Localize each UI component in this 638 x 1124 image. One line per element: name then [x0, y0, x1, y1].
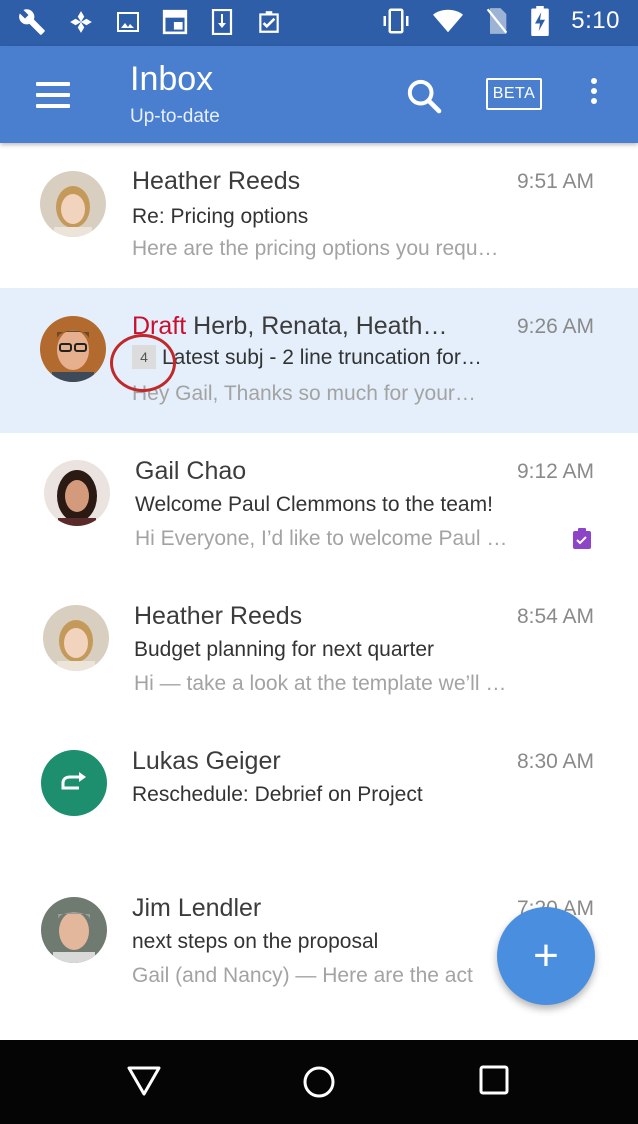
- message-time: 9:51 AM: [516, 170, 594, 193]
- message-sender: Gail Chao: [135, 457, 247, 485]
- message-row[interactable]: Gail Chao 9:12 AM Welcome Paul Clemmons …: [0, 433, 638, 578]
- menu-button[interactable]: [36, 82, 70, 108]
- compose-plus-icon: +: [533, 931, 559, 980]
- window-icon: [162, 9, 188, 35]
- message-subject: Budget planning for next quarter: [134, 638, 435, 661]
- reschedule-icon: [61, 772, 86, 790]
- message-preview: Gail (and Nancy) — Here are the act: [132, 964, 473, 987]
- message-sender: Lukas Geiger: [132, 747, 281, 775]
- home-button[interactable]: [301, 1064, 337, 1105]
- message-preview: Hi Everyone, I’d like to welcome Paul …: [135, 527, 508, 550]
- message-row[interactable]: Heather Reeds 9:51 AM Re: Pricing option…: [0, 143, 638, 288]
- more-options-button[interactable]: [580, 78, 608, 112]
- more-vert-icon: [580, 78, 608, 104]
- message-subject: Latest subj - 2 line truncation for…: [162, 346, 482, 369]
- pinwheel-icon: [70, 11, 92, 33]
- recents-icon: [479, 1065, 509, 1095]
- message-row[interactable]: Lukas Geiger 8:30 AM Reschedule: Debrief…: [0, 723, 638, 868]
- message-time: 9:26 AM: [516, 315, 594, 338]
- message-time: 8:30 AM: [516, 750, 594, 773]
- message-sender-names: Herb, Renata, Heath…: [193, 312, 448, 340]
- message-row-selected[interactable]: Draft Herb, Renata, Heath… 9:26 AM 4 Late…: [0, 288, 638, 549]
- no-sim-icon: [487, 8, 508, 34]
- message-sender: Heather Reeds: [134, 602, 303, 630]
- status-bar-notifications: [18, 8, 282, 36]
- download-icon: [211, 9, 233, 35]
- avatar: [40, 171, 106, 237]
- recents-button[interactable]: [478, 1064, 510, 1101]
- message-row[interactable]: Heather Reeds 8:54 AM Budget planning fo…: [0, 578, 638, 723]
- avatar: [41, 897, 107, 963]
- home-icon: [303, 1066, 335, 1098]
- wrench-icon: [19, 9, 45, 35]
- page-subtitle: Up-to-date: [130, 106, 220, 127]
- menu-icon: [36, 82, 70, 108]
- message-preview: Hi — take a look at the template we’ll …: [134, 672, 507, 695]
- message-time: 8:54 AM: [516, 605, 594, 628]
- message-list: Heather Reeds 9:51 AM Re: Pricing option…: [0, 143, 638, 1040]
- status-time: 5:10: [571, 7, 620, 34]
- status-bar: 5:10: [0, 0, 638, 46]
- message-sender: Draft Herb, Renata, Heath…: [132, 312, 447, 341]
- message-sender: Jim Lendler: [132, 894, 262, 922]
- beta-button[interactable]: BETA: [486, 78, 542, 110]
- message-subject-line: 4 Latest subj - 2 line truncation for…: [132, 345, 482, 370]
- message-time: 9:12 AM: [516, 460, 594, 483]
- back-icon: [127, 1066, 161, 1096]
- battery-charging-icon: [531, 6, 550, 36]
- page-title: Inbox: [130, 60, 214, 98]
- app-bar: Inbox Up-to-date BETA: [0, 46, 638, 143]
- highlight-circle: [110, 334, 176, 392]
- message-subject: Reschedule: Debrief on Project: [132, 783, 423, 806]
- avatar: [40, 316, 106, 382]
- message-subject: Re: Pricing options: [132, 205, 309, 228]
- clipboard-check-icon: [259, 11, 279, 33]
- compose-button[interactable]: +: [497, 907, 595, 1005]
- message-preview: Hey Gail, Thanks so much for your…: [132, 382, 476, 405]
- message-subject: Welcome Paul Clemmons to the team!: [135, 493, 493, 516]
- avatar: [41, 750, 107, 816]
- image-icon: [117, 12, 139, 32]
- vibrate-icon: [383, 8, 409, 34]
- message-subject: next steps on the proposal: [132, 930, 379, 953]
- message-sender: Heather Reeds: [132, 167, 301, 195]
- back-button[interactable]: [126, 1064, 162, 1103]
- status-bar-system: 5:10: [381, 6, 620, 36]
- wifi-icon: [433, 9, 464, 33]
- search-button[interactable]: [404, 76, 444, 116]
- search-icon: [407, 79, 442, 114]
- avatar: [43, 605, 109, 671]
- message-preview: Here are the pricing options you requ…: [132, 237, 499, 260]
- navigation-bar: [0, 1040, 638, 1124]
- avatar: [44, 460, 110, 526]
